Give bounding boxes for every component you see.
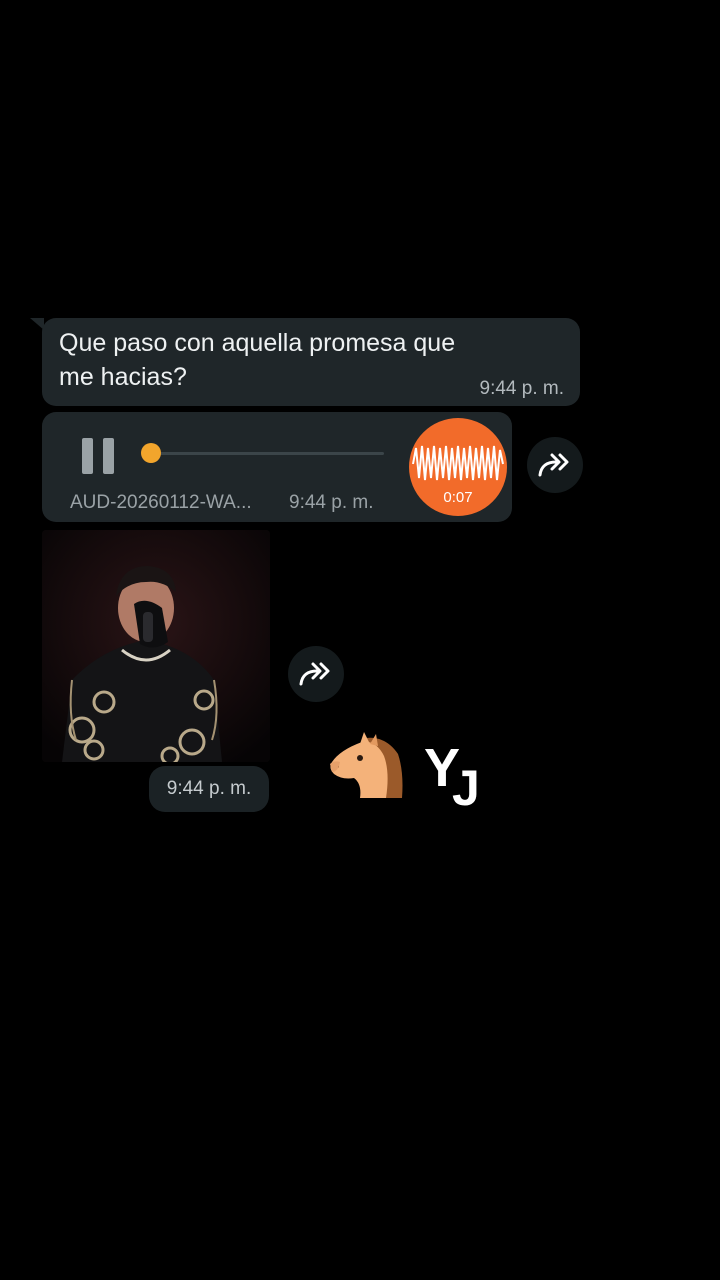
- image-message[interactable]: [42, 530, 270, 762]
- horse-emoji: [330, 732, 403, 798]
- forward-image-button[interactable]: [288, 646, 344, 702]
- message-timestamp: 9:44 p. m.: [479, 378, 565, 399]
- pause-bar-right: [103, 438, 114, 474]
- image-timestamp: 9:44 p. m.: [166, 778, 252, 799]
- letter-j: J: [452, 760, 480, 816]
- audio-file-name: AUD-20260112-WA...: [70, 492, 252, 513]
- forward-icon: [299, 662, 330, 686]
- message-text: Que paso con aquella promesa que me haci…: [59, 329, 456, 391]
- performer-photo: [42, 530, 270, 762]
- forward-audio-button[interactable]: [527, 437, 583, 493]
- pause-icon[interactable]: [82, 438, 116, 474]
- text-message-bubble[interactable]: Que paso con aquella promesa que me haci…: [42, 318, 580, 406]
- chat-screen: Que paso con aquella promesa que me haci…: [0, 0, 720, 1280]
- forward-icon: [538, 453, 569, 477]
- audio-message-bubble: AUD-20260112-WA... 9:44 p. m. 0:07: [42, 412, 512, 522]
- pause-bar-left: [82, 438, 93, 474]
- audio-duration: 0:07: [443, 489, 473, 506]
- yj-sticker: Y J: [424, 738, 494, 816]
- audio-avatar[interactable]: 0:07: [409, 418, 507, 516]
- audio-timestamp: 9:44 p. m.: [289, 492, 374, 513]
- audio-seek-handle[interactable]: [141, 443, 161, 463]
- image-timestamp-pill: 9:44 p. m.: [149, 766, 269, 812]
- audio-progress-track[interactable]: [148, 452, 384, 455]
